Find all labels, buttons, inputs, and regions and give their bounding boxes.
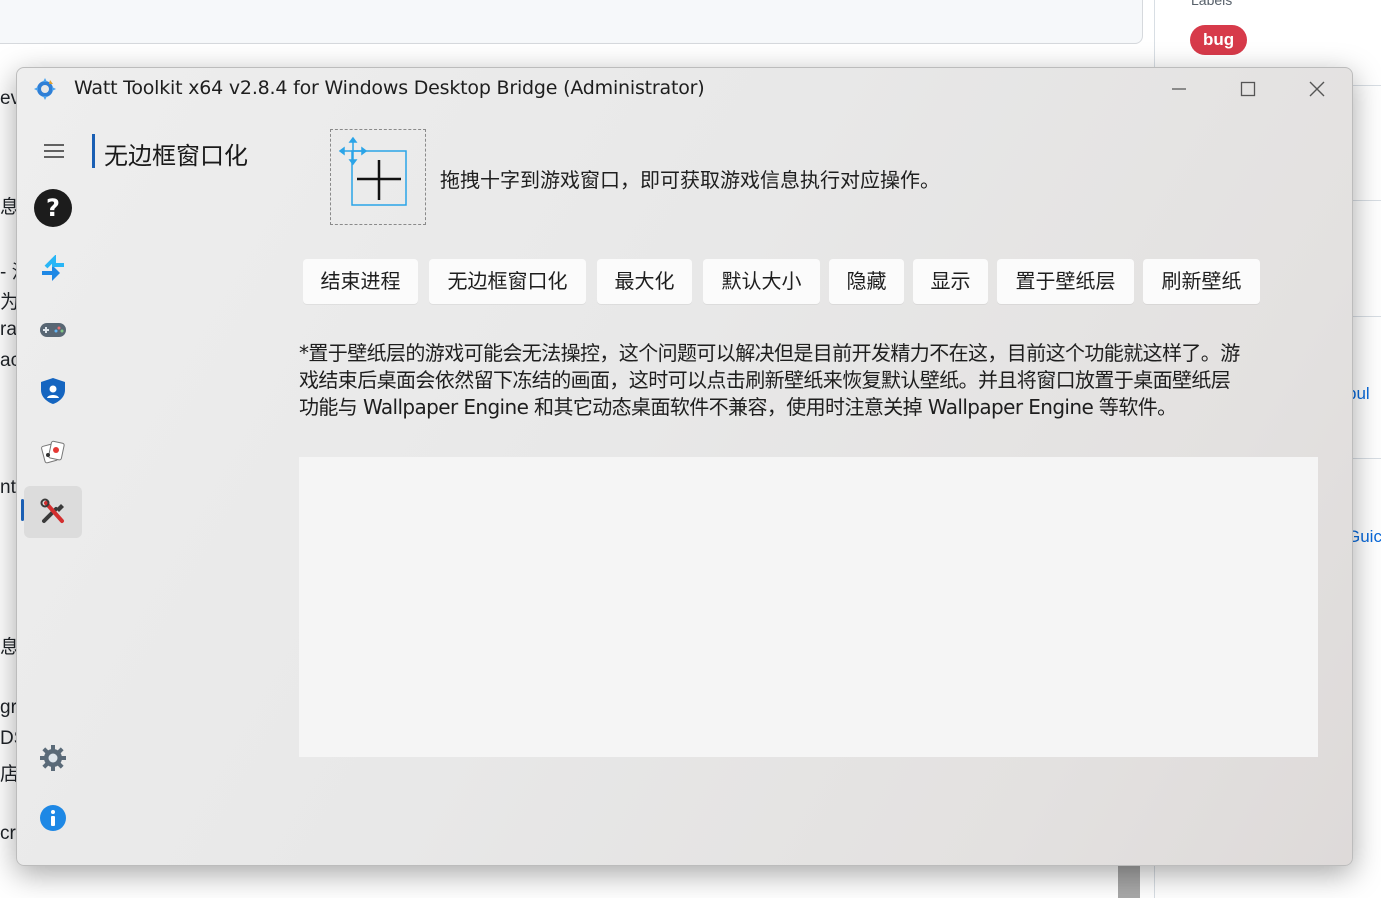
background-scrollbar[interactable] [1118, 862, 1140, 898]
title-bar[interactable]: Watt Toolkit x64 v2.8.4 for Windows Desk… [17, 68, 1352, 110]
drag-instruction: 拖拽十字到游戏窗口，即可获取游戏信息执行对应操作。 [440, 168, 940, 192]
nav-item-settings[interactable] [24, 732, 82, 784]
nav-item-game[interactable] [24, 304, 82, 356]
default-size-button[interactable]: 默认大小 [703, 259, 820, 304]
nav-item-about[interactable] [24, 792, 82, 844]
watt-toolkit-logo-icon [33, 77, 57, 101]
nav-item-game-list[interactable] [24, 425, 82, 477]
background-text-fragment: ra [0, 319, 17, 340]
background-bug-label[interactable]: bug [1190, 25, 1248, 55]
hamburger-icon [43, 144, 65, 166]
nav-item-help[interactable]: ? [24, 182, 82, 234]
wallpaper-layer-note: *置于壁纸层的游戏可能会无法操控，这个问题可以解决但是目前开发精力不在这，目前这… [299, 340, 1324, 421]
maximize-window-button[interactable]: 最大化 [597, 259, 692, 304]
hamburger-menu-button[interactable] [43, 140, 65, 162]
crosshair-drag-target[interactable] [330, 129, 426, 225]
app-window: Watt Toolkit x64 v2.8.4 for Windows Desk… [16, 67, 1353, 866]
end-process-button[interactable]: 结束进程 [303, 259, 418, 304]
output-log-area[interactable] [299, 457, 1318, 757]
refresh-wallpaper-button[interactable]: 刷新壁纸 [1143, 259, 1260, 304]
note-line: *置于壁纸层的游戏可能会无法操控，这个问题可以解决但是目前开发精力不在这，目前这… [299, 341, 1240, 365]
note-line: 功能与 Wallpaper Engine 和其它动态桌面软件不兼容，使用时注意关… [299, 395, 1177, 419]
nav-item-tools[interactable] [24, 486, 82, 538]
nav-item-authenticator[interactable] [24, 365, 82, 417]
page-title-accent [92, 134, 95, 168]
minimize-button[interactable] [1156, 68, 1202, 110]
set-wallpaper-layer-button[interactable]: 置于壁纸层 [997, 259, 1134, 304]
background-input-box [0, 0, 1143, 44]
borderless-window-button[interactable]: 无边框窗口化 [429, 259, 586, 304]
hide-window-button[interactable]: 隐藏 [829, 259, 904, 304]
background-text-fragment: nt [0, 477, 16, 498]
note-line: 戏结束后桌面会依然留下冻结的画面，这时可以点击刷新壁纸来恢复默认壁纸。并且将窗口… [299, 368, 1231, 392]
maximize-button[interactable] [1225, 68, 1271, 110]
nav-item-accelerator[interactable] [24, 244, 82, 296]
background-text-fragment: cr [0, 823, 16, 844]
page-title: 无边框窗口化 [104, 142, 248, 170]
show-window-button[interactable]: 显示 [913, 259, 988, 304]
svg-text:?: ? [46, 194, 60, 222]
background-labels-heading: Labels [1191, 0, 1233, 8]
close-button[interactable] [1294, 68, 1340, 110]
window-title: Watt Toolkit x64 v2.8.4 for Windows Desk… [74, 77, 705, 99]
background-text-fragment: gr [0, 697, 17, 718]
